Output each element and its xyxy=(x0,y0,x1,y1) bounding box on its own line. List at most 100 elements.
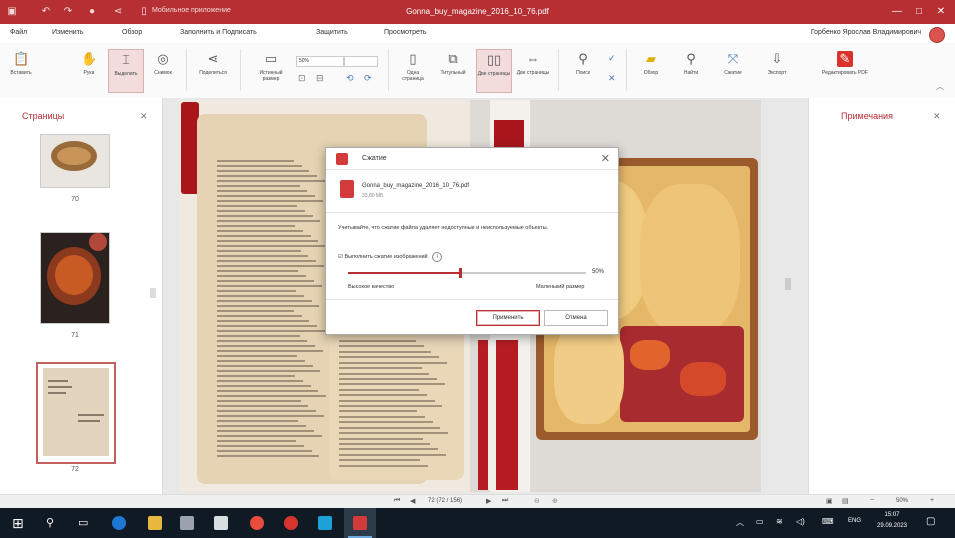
cancel-button[interactable]: Отмена xyxy=(544,310,608,326)
text-line xyxy=(217,295,304,297)
single-page-button[interactable]: ▯ Одна страница xyxy=(396,49,430,91)
compress-images-checkbox[interactable]: ☑ Выполнить сжатие изображений i xyxy=(338,252,443,262)
select-tool-button[interactable]: ⌶ Выделить xyxy=(108,49,144,93)
menu-edit[interactable]: Изменить xyxy=(52,29,84,36)
actual-size-icon: ▭ xyxy=(264,51,278,66)
active-app-slot[interactable] xyxy=(344,508,376,538)
text-line xyxy=(217,330,325,332)
store-icon[interactable] xyxy=(180,516,194,530)
zoom-stepper[interactable] xyxy=(344,56,378,67)
zoom-level[interactable]: 50% xyxy=(896,498,908,504)
paste-label: Вставить xyxy=(10,70,32,76)
cover-button[interactable]: ⧉ Титульный xyxy=(436,49,470,91)
back-icon[interactable]: ⊖ xyxy=(534,497,540,505)
panel-resize-handle[interactable] xyxy=(150,288,156,298)
text-line xyxy=(217,420,299,422)
windows-start-icon[interactable]: ⊞ xyxy=(12,515,24,532)
notes-panel: Примечания ✕ xyxy=(808,98,955,494)
last-page-icon[interactable]: ⏭ xyxy=(502,497,508,505)
zoom-input[interactable]: 50% xyxy=(296,56,344,67)
fit-page-icon[interactable]: ⊡ xyxy=(298,73,306,84)
chrome-icon[interactable] xyxy=(250,516,264,530)
compress-button[interactable]: ⤧ Сжатие xyxy=(716,49,750,91)
collapse-ribbon-icon[interactable]: ︿ xyxy=(936,81,944,92)
edge-icon[interactable] xyxy=(112,516,126,530)
slider-thumb[interactable] xyxy=(458,268,462,278)
cross-icon[interactable]: ✕ xyxy=(608,73,616,84)
menu-review[interactable]: Просмотреть xyxy=(384,29,426,36)
edit-pdf-button[interactable]: ✎ Редактировать PDF xyxy=(808,49,882,91)
text-line xyxy=(217,340,308,342)
language-indicator[interactable]: ENG xyxy=(848,518,861,524)
dialog-description: Учитывайте, что сжатие файла удаляет нед… xyxy=(338,225,549,231)
prev-page-icon[interactable]: ◀ xyxy=(410,497,415,505)
next-page-icon[interactable]: ▶ xyxy=(486,497,491,505)
volume-icon[interactable]: ◁) xyxy=(796,517,805,526)
text-line xyxy=(339,459,421,462)
task-view-icon[interactable]: ▭ xyxy=(78,516,88,529)
snapshot-button[interactable]: ◎ Снимок xyxy=(146,49,180,91)
info-icon[interactable]: i xyxy=(432,252,443,262)
rotate-right-icon[interactable]: ⟳ xyxy=(364,73,372,84)
tray-arrow-icon[interactable]: ︿ xyxy=(736,517,744,528)
wifi-icon[interactable]: ≋ xyxy=(776,517,783,526)
fit-width-icon[interactable]: ⊟ xyxy=(316,73,324,84)
keyboard-icon[interactable]: ⌨ xyxy=(822,517,834,526)
menu-protect[interactable]: Защитить xyxy=(316,29,348,36)
paste-button[interactable]: 📋 Вставить xyxy=(4,49,38,91)
app-icon[interactable] xyxy=(318,516,332,530)
maximize-button[interactable]: □ xyxy=(910,4,928,20)
checkbox-checked-icon[interactable]: ☑ xyxy=(338,254,343,260)
avatar[interactable] xyxy=(929,27,945,43)
network-icon[interactable]: ▭ xyxy=(756,517,764,526)
mail-icon[interactable] xyxy=(214,516,228,530)
find-label: Найти xyxy=(683,70,699,76)
zoom-out-icon[interactable]: − xyxy=(870,497,874,504)
checkmark-icon[interactable]: ✓ xyxy=(608,53,616,64)
text-line xyxy=(217,230,303,232)
close-notes-panel-icon[interactable]: ✕ xyxy=(933,111,941,122)
clock-time[interactable]: 15:07 xyxy=(874,512,910,518)
rotate-left-icon[interactable]: ⟲ xyxy=(346,73,354,84)
zoom-in-icon[interactable]: + xyxy=(930,497,934,504)
ribbon-divider xyxy=(240,49,241,91)
close-pages-panel-icon[interactable]: ✕ xyxy=(140,111,148,122)
text-line xyxy=(217,335,300,337)
share-button[interactable]: ⋖ Поделиться xyxy=(196,49,230,91)
scroll-handle[interactable] xyxy=(785,278,791,290)
compression-slider[interactable] xyxy=(348,268,586,278)
minimize-button[interactable]: — xyxy=(888,4,906,20)
page-indicator[interactable]: 72 (72 / 156) xyxy=(428,498,462,504)
two-page-scroll-button[interactable]: ⇔ Две страницы xyxy=(516,49,550,91)
view-mode-alt-icon[interactable]: ▤ xyxy=(842,497,849,505)
forward-icon[interactable]: ⊕ xyxy=(552,497,558,505)
export-button[interactable]: ⇩ Экспорт xyxy=(760,49,794,91)
page-thumbnail-selected[interactable] xyxy=(36,362,116,464)
menu-file[interactable]: Файл xyxy=(10,29,27,36)
first-page-icon[interactable]: ⏮ xyxy=(394,497,400,505)
review-button[interactable]: ▰ Обзор xyxy=(634,49,668,91)
search-icon[interactable]: ⚲ xyxy=(46,516,54,529)
page-thumbnail[interactable] xyxy=(40,232,110,324)
text-line xyxy=(217,435,322,437)
text-line xyxy=(339,340,416,342)
notifications-icon[interactable]: ▢ xyxy=(926,516,935,527)
close-window-button[interactable]: ✕ xyxy=(932,4,950,20)
close-dialog-icon[interactable]: ✕ xyxy=(601,152,610,165)
page-thumbnail[interactable] xyxy=(40,134,110,188)
search-doc-button[interactable]: ⚲ Поиск xyxy=(566,49,600,91)
find-button[interactable]: ⚲ Найти xyxy=(674,49,708,91)
explorer-icon[interactable] xyxy=(148,516,162,530)
hand-tool-button[interactable]: ✋ Рука xyxy=(72,49,106,91)
export-icon: ⇩ xyxy=(771,51,783,66)
menu-fill-sign[interactable]: Заполнить и Подписать xyxy=(180,29,257,36)
opera-icon[interactable] xyxy=(284,516,298,530)
view-mode-icon[interactable]: ▣ xyxy=(826,497,833,505)
actual-size-button[interactable]: ▭ Истинный размер xyxy=(254,49,288,91)
text-line xyxy=(217,380,303,382)
user-name[interactable]: Горбенко Ярослав Владимирович xyxy=(811,29,921,36)
clock-date[interactable]: 29.09.2023 xyxy=(868,523,916,529)
apply-button[interactable]: Применить xyxy=(476,310,540,326)
menu-view[interactable]: Обзор xyxy=(122,29,142,36)
two-page-button[interactable]: ▯▯ Две страницы xyxy=(476,49,512,93)
